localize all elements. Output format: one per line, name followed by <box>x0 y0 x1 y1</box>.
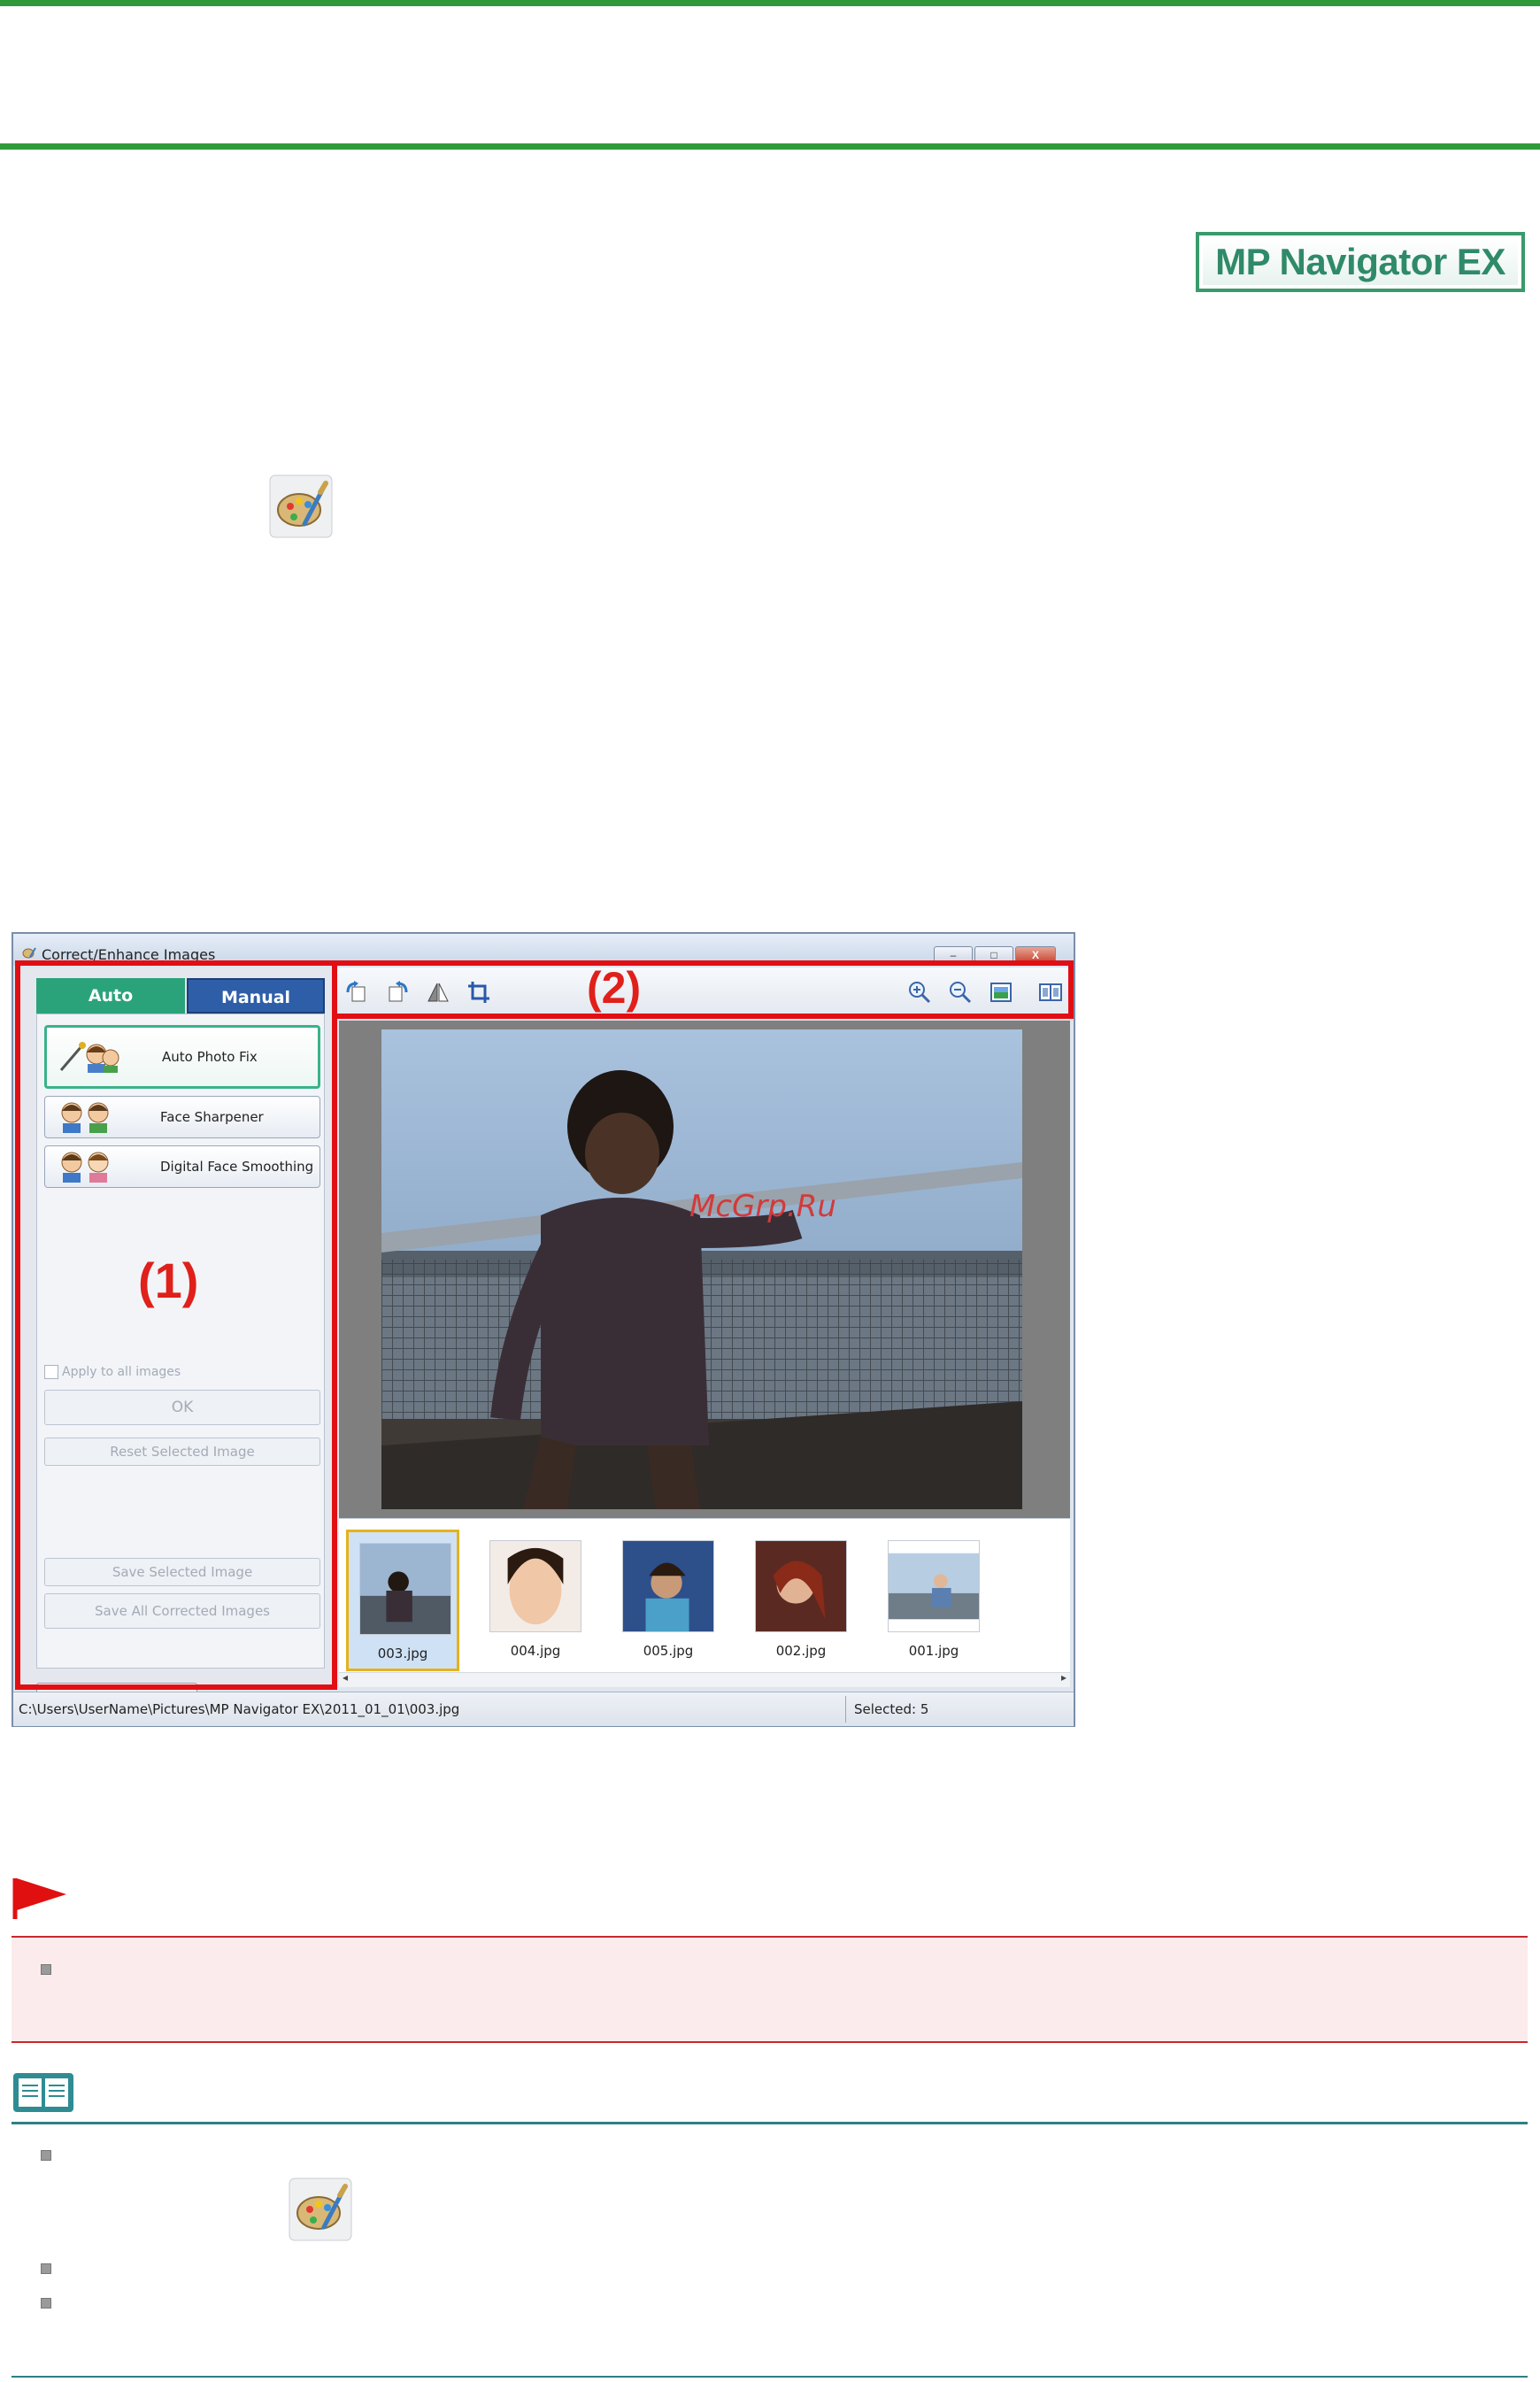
thumbnail-item[interactable]: 002.jpg <box>744 1530 858 1671</box>
status-divider <box>845 1696 846 1723</box>
watermark-text: McGrp.Ru <box>689 1189 836 1224</box>
important-box <box>12 1936 1528 2043</box>
mp-navigator-logo: MP Navigator EX <box>1196 232 1525 292</box>
thumbnail-item[interactable]: 005.jpg <box>612 1530 725 1671</box>
note-book-icon <box>13 2073 73 2112</box>
top-rule <box>0 0 1540 6</box>
thumbnail-caption: 003.jpg <box>377 1646 428 1661</box>
thumbnail-image <box>489 1540 581 1632</box>
correct-enhance-icon <box>289 2178 352 2241</box>
thumbnail-item[interactable]: 004.jpg <box>479 1530 592 1671</box>
correct-enhance-icon <box>269 474 333 538</box>
thumbnail-strip: 003.jpg 004.jpg 005.jpg 002.jpg 001.jpg <box>339 1518 1070 1673</box>
status-bar: C:\Users\UserName\Pictures\MP Navigator … <box>13 1692 1074 1726</box>
window-app-icon <box>22 947 36 959</box>
important-flag-icon <box>12 1878 66 1919</box>
status-selected: Selected: 5 <box>854 1701 929 1717</box>
callout-box-2 <box>332 960 1074 1019</box>
preview-photo <box>381 1029 1022 1509</box>
correct-enhance-window: Correct/Enhance Images – □ X Auto Manual… <box>12 932 1075 1727</box>
callout-box-1 <box>15 960 337 1690</box>
logo-text: MP Navigator EX <box>1203 239 1518 285</box>
scroll-left-icon[interactable]: ◂ <box>343 1671 348 1684</box>
image-preview-area: McGrp.Ru <box>339 1021 1070 1518</box>
note-bullet <box>41 2298 51 2309</box>
thumbnail-image <box>755 1540 847 1632</box>
thumbnail-item[interactable]: 001.jpg <box>877 1530 990 1671</box>
status-path: C:\Users\UserName\Pictures\MP Navigator … <box>19 1701 460 1717</box>
thumbnail-image <box>359 1543 451 1635</box>
important-bullet <box>41 1964 51 1975</box>
horizontal-scrollbar[interactable]: ◂ ▸ <box>339 1671 1070 1687</box>
thumbnail-caption: 001.jpg <box>908 1643 959 1659</box>
thumbnail-caption: 005.jpg <box>643 1643 694 1659</box>
thumbnail-image <box>888 1540 980 1632</box>
header-rule <box>0 143 1540 150</box>
note-rule <box>12 2122 1528 2124</box>
scroll-right-icon[interactable]: ▸ <box>1061 1671 1066 1684</box>
thumbnail-caption: 002.jpg <box>775 1643 827 1659</box>
thumbnail-image <box>622 1540 714 1632</box>
bottom-rule <box>12 2376 1528 2378</box>
thumbnail-item[interactable]: 003.jpg <box>346 1530 459 1671</box>
thumbnail-caption: 004.jpg <box>510 1643 561 1659</box>
note-bullet <box>41 2150 51 2161</box>
note-bullet <box>41 2263 51 2274</box>
